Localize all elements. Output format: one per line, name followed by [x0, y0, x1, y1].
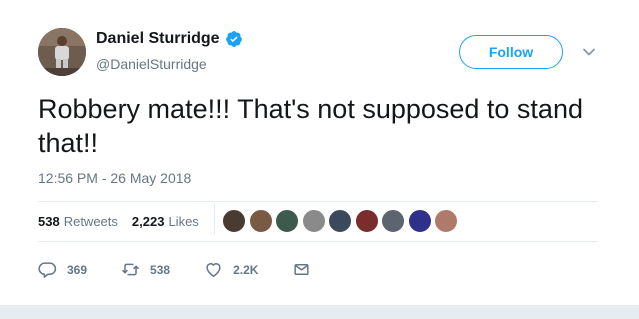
liker-avatars — [222, 209, 461, 233]
user-avatar[interactable] — [38, 28, 86, 76]
retweets-label[interactable]: Retweets — [64, 214, 118, 229]
divider-top — [38, 201, 598, 202]
message-action[interactable] — [292, 260, 321, 279]
reply-count: 369 — [67, 262, 88, 277]
liker-avatar[interactable] — [434, 209, 458, 233]
page-footer-strip — [0, 305, 639, 319]
chevron-down-icon[interactable] — [581, 44, 597, 60]
envelope-icon — [294, 263, 310, 276]
tweet-stats: 538 Retweets 2,223 Likes — [38, 214, 213, 229]
like-action[interactable]: 2.2K — [204, 260, 258, 279]
like-count: 2.2K — [233, 262, 259, 277]
retweet-icon — [122, 263, 139, 276]
liker-avatar[interactable] — [275, 209, 299, 233]
tweet-text: Robbery mate!!! That's not supposed to s… — [38, 94, 583, 158]
retweets-count[interactable]: 538 — [38, 214, 60, 229]
stats-separator — [214, 203, 215, 235]
retweet-count: 538 — [150, 262, 171, 277]
liker-avatar[interactable] — [407, 209, 432, 233]
tweet-card: Daniel Sturridge @DanielSturridge Follow… — [0, 0, 639, 305]
likes-label[interactable]: Likes — [168, 214, 198, 229]
divider-bottom — [38, 241, 598, 242]
retweet-action[interactable]: 538 — [121, 260, 170, 279]
liker-avatar[interactable] — [222, 209, 246, 233]
liker-avatar[interactable] — [328, 209, 352, 233]
avatar-image — [38, 28, 86, 76]
verified-badge-icon — [225, 31, 242, 47]
likes-count[interactable]: 2,223 — [132, 214, 165, 229]
tweet-timestamp[interactable]: 12:56 PM - 26 May 2018 — [38, 170, 191, 186]
display-name[interactable]: Daniel Sturridge — [96, 30, 220, 48]
heart-icon — [206, 263, 221, 277]
liker-avatar[interactable] — [248, 209, 273, 233]
follow-button[interactable]: Follow — [459, 35, 563, 69]
user-name-row[interactable]: Daniel Sturridge — [96, 30, 243, 48]
user-handle[interactable]: @DanielSturridge — [96, 56, 207, 72]
liker-avatar[interactable] — [354, 209, 379, 233]
liker-avatar[interactable] — [301, 209, 326, 233]
reply-action[interactable]: 369 — [38, 260, 87, 279]
reply-icon — [38, 262, 57, 278]
liker-avatar[interactable] — [381, 209, 405, 233]
tweet-actions: 369 538 2.2K — [38, 260, 355, 279]
